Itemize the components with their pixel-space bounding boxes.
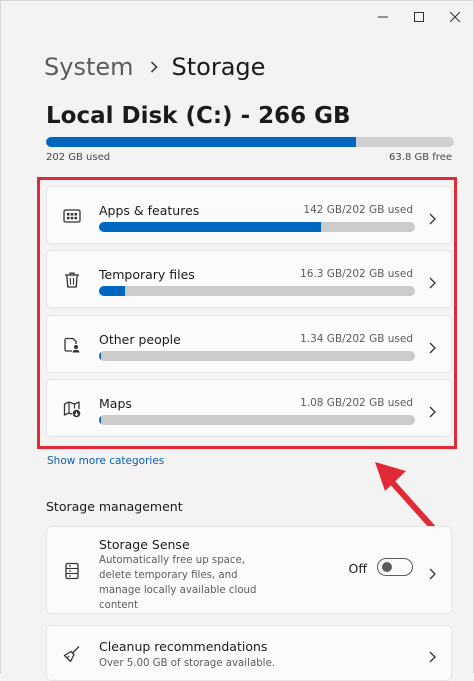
disk-usage-bar bbox=[46, 137, 454, 147]
close-icon bbox=[450, 12, 460, 22]
chevron-right-icon bbox=[150, 61, 158, 73]
settings-window: System Storage Local Disk (C:) - 266 GB … bbox=[0, 0, 474, 673]
storage-management-heading: Storage management bbox=[46, 499, 183, 514]
close-button[interactable] bbox=[437, 7, 473, 27]
maximize-icon bbox=[414, 12, 424, 22]
minimize-button[interactable] bbox=[365, 7, 401, 27]
chevron-right-icon bbox=[427, 565, 437, 577]
disk-free-label: 63.8 GB free bbox=[389, 152, 452, 163]
disk-used-label: 202 GB used bbox=[46, 152, 110, 163]
cleanup-recommendations-title: Cleanup recommendations bbox=[99, 639, 267, 654]
maximize-button[interactable] bbox=[401, 7, 437, 27]
storage-sense-toggle-label: Off bbox=[349, 561, 367, 576]
disk-usage-bar-fill bbox=[46, 137, 356, 147]
annotation-highlight-box bbox=[37, 177, 457, 449]
page-title: Storage bbox=[172, 53, 266, 81]
storage-sense-description: Automatically free up space, delete temp… bbox=[99, 553, 279, 613]
show-more-categories-link[interactable]: Show more categories bbox=[47, 455, 164, 467]
storage-sense-toggle[interactable] bbox=[377, 558, 413, 576]
disk-title: Local Disk (C:) - 266 GB bbox=[46, 103, 351, 129]
minimize-icon bbox=[378, 12, 388, 22]
breadcrumb-system-link[interactable]: System bbox=[44, 53, 134, 81]
storage-sense-icon bbox=[62, 561, 82, 581]
title-bar-controls bbox=[365, 7, 473, 27]
broom-icon bbox=[62, 644, 82, 664]
cleanup-recommendations-card[interactable]: Cleanup recommendations Over 5.00 GB of … bbox=[46, 625, 452, 681]
chevron-right-icon bbox=[427, 648, 437, 660]
toggle-knob bbox=[382, 562, 392, 572]
breadcrumb: System Storage bbox=[44, 53, 265, 81]
storage-sense-title: Storage Sense bbox=[99, 537, 190, 552]
storage-sense-card[interactable]: Storage Sense Automatically free up spac… bbox=[46, 526, 452, 614]
cleanup-recommendations-description: Over 5.00 GB of storage available. bbox=[99, 656, 359, 671]
